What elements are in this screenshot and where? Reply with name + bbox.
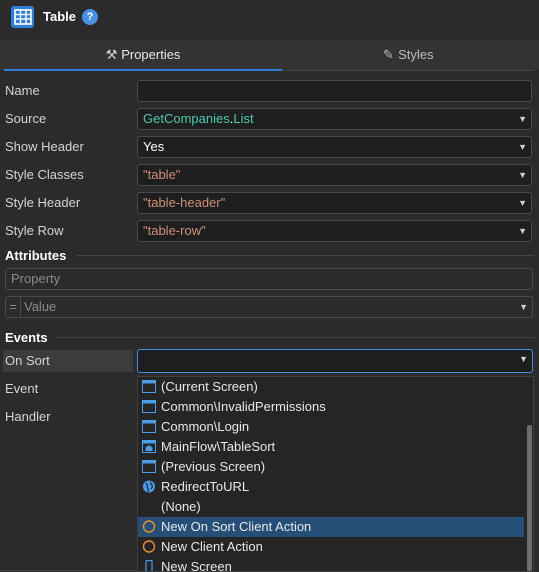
screen-icon [142,380,156,393]
on-sort-label: On Sort [3,350,133,372]
property-label: Style Header [5,195,81,210]
globe-icon [143,480,155,493]
panel-tabs: ⚒ Properties ✎ Styles [0,40,539,70]
source-select[interactable]: GetCompanies.List ▼ [137,108,532,130]
chevron-down-icon: ▼ [518,170,527,180]
dropdown-item-label: New Client Action [161,539,263,554]
dropdown-scrollbar[interactable] [527,425,532,571]
style-classes-input[interactable]: "table" ▼ [137,164,532,186]
screen-icon [142,420,156,433]
handler-label: Handler [5,409,51,424]
tab-divider [282,70,534,71]
client-action-icon [142,520,156,533]
dropdown-item[interactable]: Common\InvalidPermissions [138,397,524,417]
dropdown-item-label: Common\InvalidPermissions [161,399,326,414]
screen-icon [142,460,156,473]
brush-icon: ✎ [383,47,394,62]
attribute-property-placeholder: Property [11,271,61,286]
property-row-style-header: Style Header "table-header" ▼ [0,189,539,217]
property-label: Source [5,111,47,126]
name-input[interactable] [137,80,532,102]
attribute-property-input[interactable]: Property [5,268,533,290]
property-row-source: Source GetCompanies.List ▼ [0,105,539,133]
dropdown-item-label: (None) [161,499,201,514]
property-label: Style Classes [5,167,84,182]
chevron-down-icon: ▼ [518,198,527,208]
attribute-value-placeholder: Value [24,299,57,314]
on-sort-select[interactable]: ▼ [137,349,533,373]
on-sort-dropdown-list: (Current Screen) Common\InvalidPermissio… [137,376,534,572]
dropdown-item-label: MainFlow\TableSort [161,439,276,454]
dropdown-item-label: Common\Login [161,419,250,434]
style-row-input[interactable]: "table-row" ▼ [137,220,532,242]
dropdown-item[interactable]: MainFlow\TableSort [138,437,524,457]
dropdown-item[interactable]: (None) [138,497,524,517]
property-row-style-classes: Style Classes "table" ▼ [0,161,539,189]
tab-styles-label: Styles [398,47,434,62]
chevron-down-icon: ▼ [519,302,528,312]
dropdown-item-label: New On Sort Client Action [161,519,312,534]
show-header-value: Yes [143,139,165,154]
dropdown-item-label: New Screen [161,559,232,572]
dropdown-item-selected[interactable]: New On Sort Client Action [138,517,524,537]
events-section-title: Events [5,330,48,345]
tab-properties-label: Properties [121,47,181,62]
mobile-screen-icon [145,560,153,571]
source-value-suffix: List [233,111,254,126]
screen-icon [142,400,156,413]
property-row-name: Name [0,77,539,105]
chevron-down-icon: ▼ [519,354,528,364]
show-header-select[interactable]: Yes ▼ [137,136,532,158]
property-label: Show Header [5,139,84,154]
dropdown-item[interactable]: New Client Action [138,537,524,557]
dropdown-item-label: RedirectToURL [161,479,250,494]
property-label: Name [5,83,40,98]
active-tab-indicator [4,69,282,71]
dropdown-item-label: (Current Screen) [161,379,258,394]
chevron-down-icon: ▼ [518,226,527,236]
attribute-value-input[interactable]: = Value ▼ [5,296,533,318]
dropdown-item[interactable]: RedirectToURL [138,477,524,497]
property-row-show-header: Show Header Yes ▼ [0,133,539,161]
client-action-icon [142,540,156,553]
panel-header: Table ? [0,0,539,34]
dropdown-item[interactable]: Common\Login [138,417,524,437]
dropdown-item[interactable]: New Screen [138,557,524,572]
table-widget-icon [11,6,34,28]
dropdown-item-label: (Previous Screen) [161,459,266,474]
section-divider [76,255,534,256]
chevron-down-icon: ▼ [518,114,527,124]
panel-title: Table [43,9,76,24]
source-value-prefix: GetCompanies [143,111,230,126]
home-screen-icon [142,440,156,453]
section-divider [56,337,534,338]
property-row-style-row: Style Row "table-row" ▼ [0,217,539,245]
style-classes-value: "table" [143,167,181,182]
equals-sign: = [6,297,21,317]
property-label: Style Row [5,223,64,238]
style-row-value: "table-row" [143,223,206,238]
style-header-value: "table-header" [143,195,226,210]
tab-properties[interactable]: ⚒ Properties [4,40,282,70]
wrench-icon: ⚒ [105,47,118,62]
tab-styles[interactable]: ✎ Styles [282,40,534,70]
section-divider [0,570,137,571]
chevron-down-icon: ▼ [518,142,527,152]
dropdown-item[interactable]: (Previous Screen) [138,457,524,477]
style-header-input[interactable]: "table-header" ▼ [137,192,532,214]
attributes-section-title: Attributes [5,248,67,263]
help-icon[interactable]: ? [82,9,98,25]
event-label: Event [5,381,39,396]
dropdown-item[interactable]: (Current Screen) [138,377,524,397]
